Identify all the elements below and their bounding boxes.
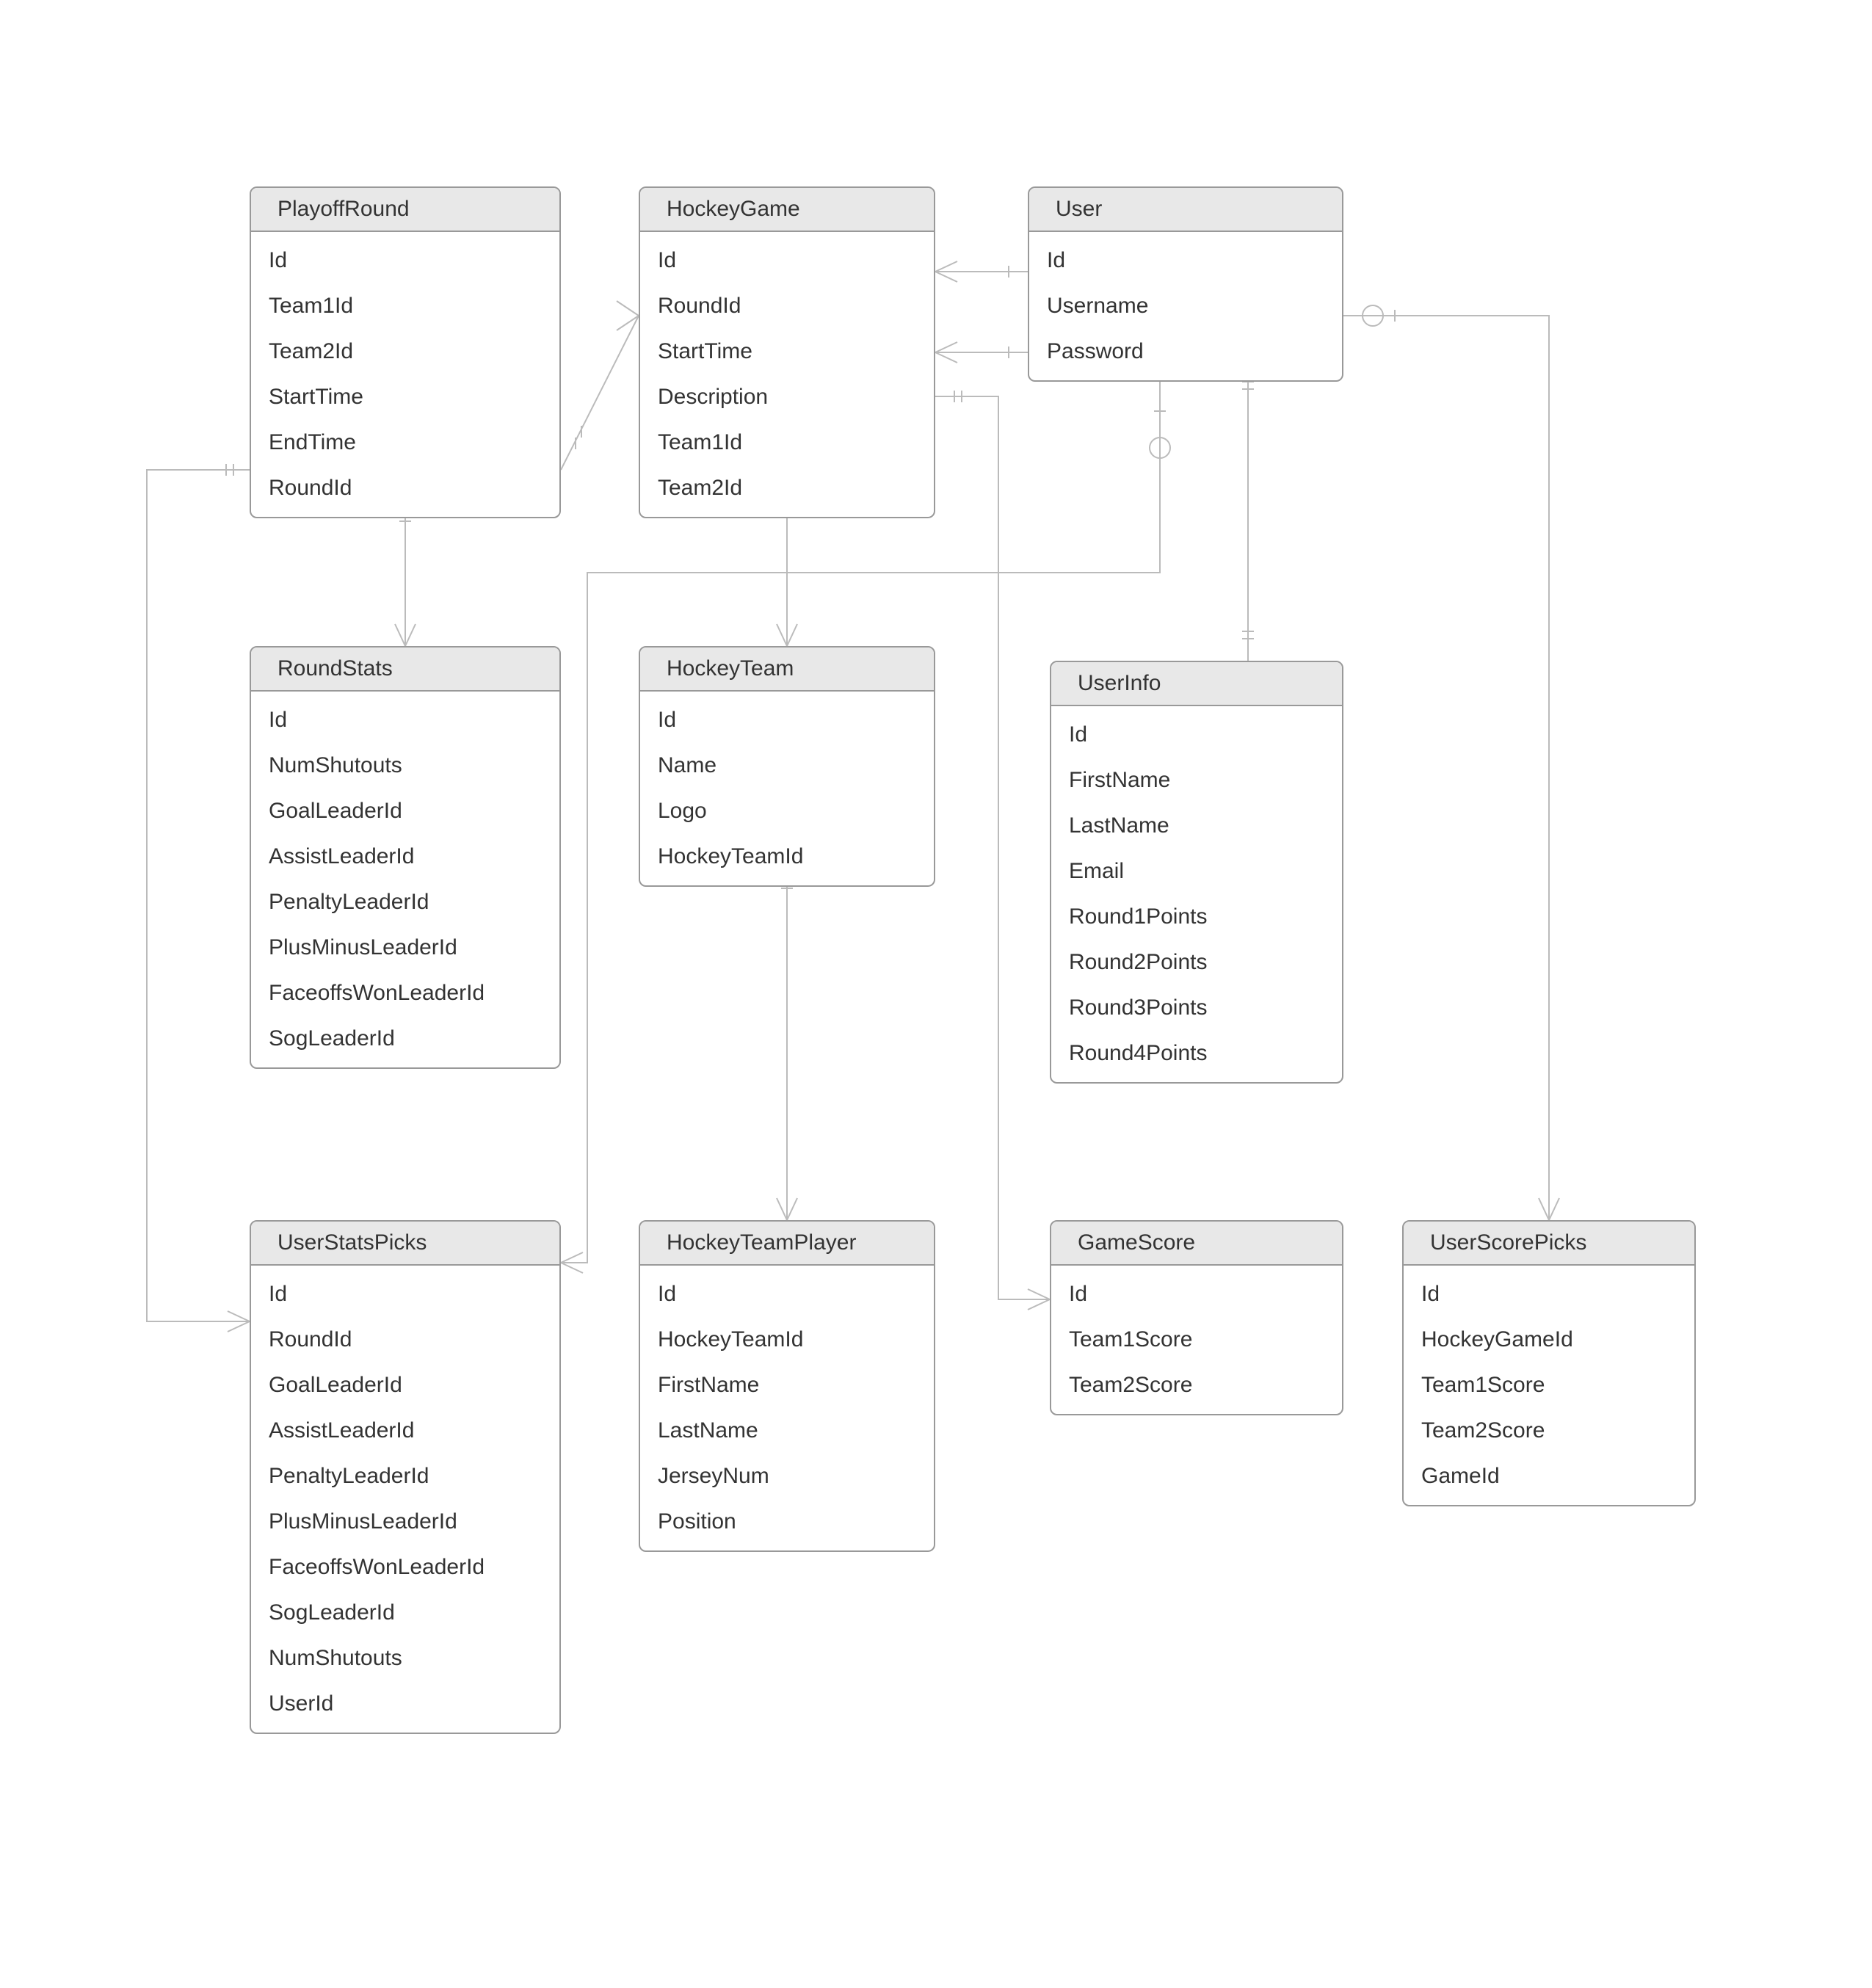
rel-user-userinfo <box>1242 363 1254 661</box>
entity-attribute: PenaltyLeaderId <box>251 879 559 925</box>
entity-attribute: GameId <box>1404 1454 1694 1499</box>
entity-attribute: Id <box>1051 712 1342 758</box>
entity-attribute: Round3Points <box>1051 985 1342 1031</box>
entity-attribute: UserId <box>251 1681 559 1727</box>
entity-attribute: Email <box>1051 849 1342 894</box>
entity-body: IdTeam1IdTeam2IdStartTimeEndTimeRoundId <box>251 232 559 517</box>
entity-attribute: Team2Id <box>640 465 934 511</box>
entity-attribute: Password <box>1029 329 1342 374</box>
entity-header: UserStatsPicks <box>251 1222 559 1266</box>
entity-header: PlayoffRound <box>251 188 559 232</box>
rel-hockeygame-gamescore <box>935 391 1050 1310</box>
entity-attribute: NumShutouts <box>251 1636 559 1681</box>
entity-attribute: RoundId <box>251 1317 559 1363</box>
entity-body: IdRoundIdGoalLeaderIdAssistLeaderIdPenal… <box>251 1266 559 1733</box>
entity-attribute: HockeyTeamId <box>640 1317 934 1363</box>
entity-header: UserInfo <box>1051 662 1342 706</box>
entity-attribute: LastName <box>640 1408 934 1454</box>
entity-attribute: JerseyNum <box>640 1454 934 1499</box>
entity-roundStats: RoundStats IdNumShutoutsGoalLeaderIdAssis… <box>250 646 561 1069</box>
entity-body: IdHockeyTeamIdFirstNameLastNameJerseyNum… <box>640 1266 934 1550</box>
entity-attribute: FaceoffsWonLeaderId <box>251 1545 559 1590</box>
entity-attribute: FirstName <box>1051 758 1342 803</box>
entity-body: IdRoundIdStartTimeDescriptionTeam1IdTeam… <box>640 232 934 517</box>
entity-attribute: NumShutouts <box>251 743 559 788</box>
entity-attribute: Team2Score <box>1051 1363 1342 1408</box>
entity-attribute: PlusMinusLeaderId <box>251 925 559 971</box>
entity-attribute: Description <box>640 374 934 420</box>
entity-header: GameScore <box>1051 1222 1342 1266</box>
entity-attribute: EndTime <box>251 420 559 465</box>
entity-body: IdTeam1ScoreTeam2Score <box>1051 1266 1342 1414</box>
rel-playoffround-userstatspicks <box>147 464 250 1332</box>
entity-playoffRound: PlayoffRoundIdTeam1IdTeam2IdStartTimeEnd… <box>250 186 561 518</box>
entity-userStatsPicks: UserStatsPicksIdRoundIdGoalLeaderIdAssis… <box>250 1220 561 1734</box>
entity-attribute: Id <box>1051 1271 1342 1317</box>
entity-userScorePicks: UserScorePicksIdHockeyGameIdTeam1ScoreTe… <box>1402 1220 1696 1506</box>
entity-attribute: HockeyTeamId <box>640 834 934 879</box>
entity-user: UserIdUsernamePassword <box>1028 186 1343 382</box>
entity-body: IdFirstNameLastNameEmailRound1PointsRoun… <box>1051 706 1342 1082</box>
entity-attribute: Id <box>251 697 559 743</box>
entity-header: UserScorePicks <box>1404 1222 1694 1266</box>
entity-body: IdHockeyGameIdTeam1ScoreTeam2ScoreGameId <box>1404 1266 1694 1505</box>
entity-header: HockeyTeamPlayer <box>640 1222 934 1266</box>
entity-hockeyTeam: HockeyTeamIdNameLogoHockeyTeamId <box>639 646 935 887</box>
entity-header: User <box>1029 188 1342 232</box>
entity-attribute: Team2Score <box>1404 1408 1694 1454</box>
entity-attribute: Round4Points <box>1051 1031 1342 1076</box>
entity-header: RoundStats <box>251 647 559 692</box>
rel-playoffround-hockeygame <box>561 301 639 470</box>
entity-attribute: Team1Id <box>640 420 934 465</box>
entity-attribute: Position <box>640 1499 934 1545</box>
entity-attribute: Id <box>251 238 559 283</box>
entity-attribute: Team2Id <box>251 329 559 374</box>
entity-attribute: GoalLeaderId <box>251 1363 559 1408</box>
entity-header: HockeyTeam <box>640 647 934 692</box>
entity-attribute: Team1Id <box>251 283 559 329</box>
entity-attribute: SogLeaderId <box>251 1590 559 1636</box>
entity-attribute: LastName <box>1051 803 1342 849</box>
entity-gameScore: GameScoreIdTeam1ScoreTeam2Score <box>1050 1220 1343 1415</box>
entity-attribute: HockeyGameId <box>1404 1317 1694 1363</box>
entity-attribute: Name <box>640 743 934 788</box>
entity-attribute: StartTime <box>640 329 934 374</box>
entity-attribute: FirstName <box>640 1363 934 1408</box>
entity-attribute: RoundId <box>251 465 559 511</box>
rel-user-userscorepicks <box>1343 305 1559 1220</box>
entity-attribute: Id <box>640 1271 934 1317</box>
entity-attribute: PlusMinusLeaderId <box>251 1499 559 1545</box>
entity-attribute: Logo <box>640 788 934 834</box>
entity-header: HockeyGame <box>640 188 934 232</box>
entity-attribute: SogLeaderId <box>251 1016 559 1062</box>
entity-userInfo: UserInfoIdFirstNameLastNameEmailRound1Po… <box>1050 661 1343 1084</box>
entity-attribute: RoundId <box>640 283 934 329</box>
entity-attribute: Team1Score <box>1404 1363 1694 1408</box>
entity-body: IdNameLogoHockeyTeamId <box>640 692 934 885</box>
entity-attribute: AssistLeaderId <box>251 834 559 879</box>
entity-attribute: Username <box>1029 283 1342 329</box>
entity-attribute: Team1Score <box>1051 1317 1342 1363</box>
entity-attribute: Id <box>251 1271 559 1317</box>
entity-attribute: Round2Points <box>1051 940 1342 985</box>
entity-body: IdNumShutoutsGoalLeaderIdAssistLeaderIdP… <box>251 692 559 1067</box>
rel-hockeygame-user <box>935 261 1028 282</box>
rel-hockeygame-user-2 <box>935 342 1028 363</box>
entity-attribute: GoalLeaderId <box>251 788 559 834</box>
entity-attribute: Id <box>1029 238 1342 283</box>
rel-hockeyteam-hockeyteamplayer <box>777 865 797 1220</box>
entity-attribute: StartTime <box>251 374 559 420</box>
entity-body: IdUsernamePassword <box>1029 232 1342 380</box>
entity-hockeyGame: HockeyGameIdRoundIdStartTimeDescriptionT… <box>639 186 935 518</box>
entity-attribute: FaceoffsWonLeaderId <box>251 971 559 1016</box>
entity-attribute: PenaltyLeaderId <box>251 1454 559 1499</box>
entity-attribute: Id <box>1404 1271 1694 1317</box>
entity-attribute: AssistLeaderId <box>251 1408 559 1454</box>
entity-attribute: Id <box>640 238 934 283</box>
entity-attribute: Id <box>640 697 934 743</box>
entity-attribute: Round1Points <box>1051 894 1342 940</box>
entity-hockeyTeamPlayer: HockeyTeamPlayerIdHockeyTeamIdFirstNameL… <box>639 1220 935 1552</box>
